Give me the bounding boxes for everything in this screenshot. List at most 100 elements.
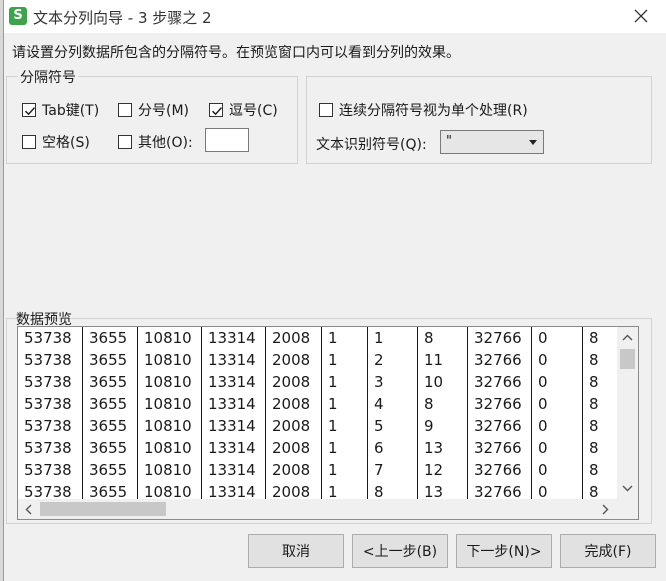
preview-cell: 53738 [18,349,83,371]
preview-cell: 32766 [468,371,532,393]
vertical-scrollbar[interactable] [617,327,638,499]
preview-cell: 8 [589,483,599,499]
preview-cell: 3655 [83,371,138,393]
scroll-up-icon[interactable] [622,334,633,341]
other-checkbox-label: 其他(O): [138,135,193,151]
preview-cell: 1 [322,327,368,349]
preview-cell: 53738 [18,393,83,415]
preview-row: 53738 3655 10810 13314 2008 1 6 13 32766 0 8 [18,437,616,459]
preview-cell: 53738 [18,481,83,499]
preview-row: 53738 3655 10810 13314 2008 1 1 8 32766 0 8 [18,327,616,349]
app-logo-icon: S [9,7,27,25]
comma-check-box[interactable] [209,103,223,117]
consecutive-check-box[interactable] [319,103,333,117]
back-button[interactable]: <上一步(B) [352,534,448,568]
next-button[interactable]: 下一步(N)> [456,534,552,568]
preview-cell: 1 [322,481,368,499]
preview-cell: 32766 [468,459,532,481]
tab-checkbox[interactable]: Tab键(T) [22,100,99,120]
preview-cell: 2 [368,349,418,371]
text-qualifier-select[interactable]: " [440,130,544,154]
horizontal-scroll-thumb[interactable] [40,502,166,516]
checkmark-icon [211,107,223,116]
preview-cell: 1 [322,393,368,415]
preview-cell: 12 [418,459,468,481]
preview-cell: 10810 [138,327,202,349]
preview-cell: 10 [418,371,468,393]
preview-row: 53738 3655 10810 13314 2008 1 3 10 32766 0 8 [18,371,616,393]
other-checkbox[interactable]: 其他(O): [118,132,193,152]
preview-cell: 32766 [468,393,532,415]
semicolon-checkbox[interactable]: 分号(M) [118,100,189,120]
comma-checkbox[interactable]: 逗号(C) [209,100,278,120]
preview-cell: 7 [368,459,418,481]
space-checkbox[interactable]: 空格(S) [22,132,90,152]
preview-cell: 6 [368,437,418,459]
vertical-scroll-thumb[interactable] [620,349,635,369]
preview-cell: 13 [418,481,468,499]
horizontal-scrollbar[interactable] [18,499,618,519]
preview-cell: 0 [532,393,583,415]
scroll-left-icon[interactable] [25,504,32,515]
scroll-right-icon[interactable] [602,504,609,515]
preview-cell: 8 [589,373,599,391]
other-check-box[interactable] [118,135,132,149]
checkmark-icon [24,107,36,116]
preview-cell: 13314 [202,327,266,349]
preview-cell: 53738 [18,459,83,481]
preview-cell: 13314 [202,481,266,499]
preview-rows: 53738 3655 10810 13314 2008 1 1 8 32766 0 8 53738 36… [18,327,616,499]
preview-cell: 53738 [18,437,83,459]
preview-cell: 2008 [266,327,322,349]
preview-row: 53738 3655 10810 13314 2008 1 2 11 32766 0 8 [18,349,616,371]
preview-cell: 8 [589,351,599,369]
preview-cell: 32766 [468,327,532,349]
space-check-box[interactable] [22,135,36,149]
cancel-button[interactable]: 取消 [248,534,344,568]
preview-cell: 0 [532,349,583,371]
preview-cell: 1 [322,437,368,459]
preview-cell: 0 [532,415,583,437]
preview-cell: 3655 [83,327,138,349]
preview-row: 53738 3655 10810 13314 2008 1 5 9 32766 0 8 [18,415,616,437]
preview-cell: 2008 [266,393,322,415]
instruction-text: 请设置分列数据所包含的分隔符号。在预览窗口内可以看到分列的效果。 [12,45,460,61]
preview-cell: 13314 [202,459,266,481]
scroll-down-icon[interactable] [622,485,633,492]
scrollbar-corner [617,499,638,519]
comma-checkbox-label: 逗号(C) [229,103,278,119]
consecutive-checkbox[interactable]: 连续分隔符号视为单个处理(R) [319,100,528,120]
preview-cell: 8 [418,327,468,349]
preview-cell: 8 [589,395,599,413]
preview-cell: 5 [368,415,418,437]
preview-cell: 53738 [18,415,83,437]
preview-cell: 2008 [266,349,322,371]
other-delimiter-input[interactable] [205,128,249,152]
preview-cell: 10810 [138,349,202,371]
preview-cell: 10810 [138,481,202,499]
delimiters-legend: 分隔符号 [18,67,78,87]
finish-button[interactable]: 完成(F) [560,534,656,568]
preview-cell: 2008 [266,459,322,481]
preview-cell: 10810 [138,437,202,459]
preview-cell: 3 [368,371,418,393]
tab-checkbox-label: Tab键(T) [42,103,100,119]
preview-row: 53738 3655 10810 13314 2008 1 7 12 32766 0 8 [18,459,616,481]
preview-row: 53738 3655 10810 13314 2008 1 4 8 32766 0 8 [18,393,616,415]
preview-cell: 53738 [18,371,83,393]
preview-cell: 1 [322,459,368,481]
preview-cell: 8 [418,393,468,415]
text-qualifier-value: " [446,134,452,149]
semicolon-check-box[interactable] [118,103,132,117]
preview-cell: 0 [532,371,583,393]
preview-cell: 1 [322,415,368,437]
preview-row: 53738 3655 10810 13314 2008 1 8 13 32766 0 8 [18,481,616,499]
preview-cell: 3655 [83,393,138,415]
dropdown-arrow-icon [529,140,537,145]
close-button[interactable] [630,5,652,27]
text-qualifier-label: 文本识别符号(Q): [316,137,427,153]
tab-check-box[interactable] [22,103,36,117]
data-preview[interactable]: 53738 3655 10810 13314 2008 1 1 8 32766 0 8 53738 36… [17,326,639,520]
preview-cell: 0 [532,437,583,459]
preview-cell: 0 [532,481,583,499]
